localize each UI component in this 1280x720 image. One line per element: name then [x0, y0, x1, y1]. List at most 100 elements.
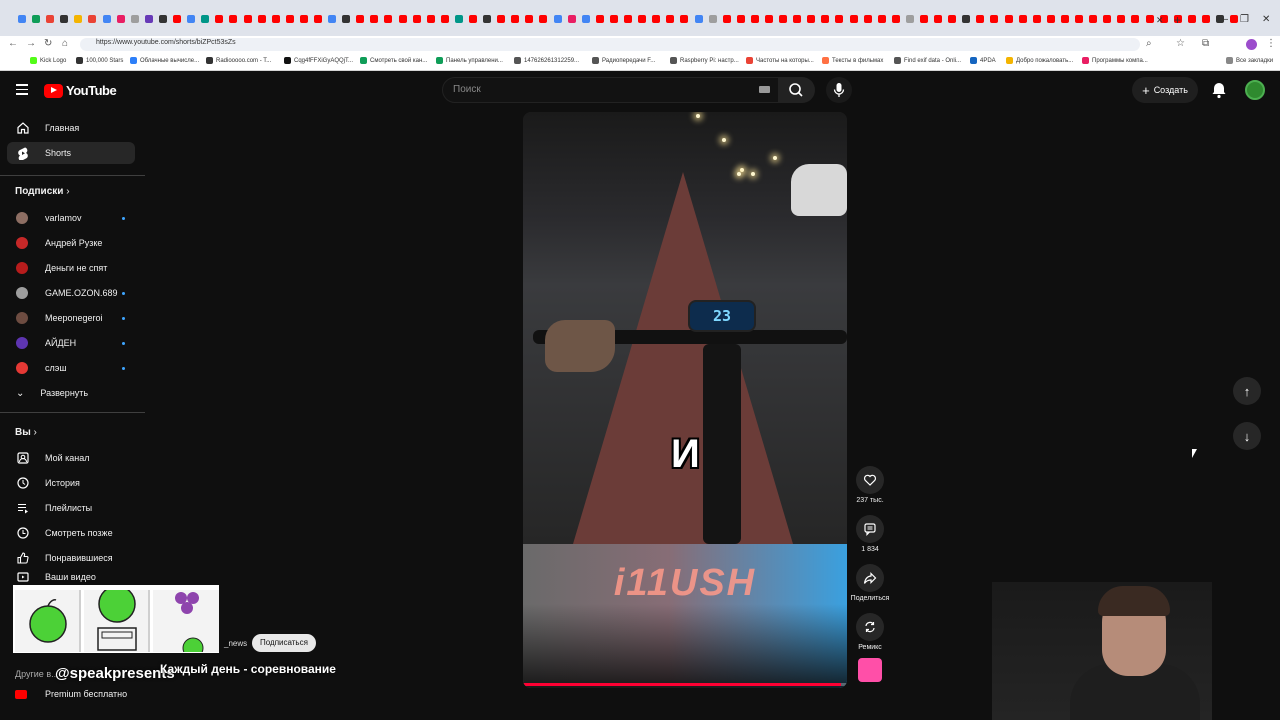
forward-button[interactable]: →: [26, 38, 36, 49]
new-tab-button[interactable]: +: [1174, 13, 1181, 27]
browser-tab-favicon-icon[interactable]: [1145, 15, 1154, 23]
browser-tab-favicon-icon[interactable]: [229, 15, 238, 23]
address-bar[interactable]: https://www.youtube.com/shorts/biZPct53s…: [80, 38, 1140, 51]
browser-tab-favicon-icon[interactable]: [934, 15, 943, 23]
video-progress-bar[interactable]: [523, 683, 847, 686]
browser-tab-favicon-icon[interactable]: [328, 15, 337, 23]
subscription-item[interactable]: Деньги не спят: [7, 257, 135, 279]
bookmark-item[interactable]: Облачные вычисле...: [130, 57, 199, 64]
browser-tab-favicon-icon[interactable]: [1117, 15, 1126, 23]
extensions-icon[interactable]: ⧉: [1202, 38, 1209, 49]
browser-tab-favicon-icon[interactable]: [102, 15, 111, 23]
browser-tab-favicon-icon[interactable]: [257, 15, 266, 23]
youtube-logo[interactable]: YouTube: [44, 83, 117, 98]
browser-tab-favicon-icon[interactable]: [18, 15, 26, 23]
bookmark-item[interactable]: Raspberry Pi: настр...: [670, 57, 739, 64]
browser-tab-favicon-icon[interactable]: [750, 15, 759, 23]
browser-tab-favicon-icon[interactable]: [793, 15, 802, 23]
browser-tab-favicon-icon[interactable]: [271, 15, 280, 23]
sidebar-item-playlist[interactable]: Плейлисты: [7, 497, 135, 519]
minimize-button[interactable]: —: [1218, 14, 1228, 25]
like-button[interactable]: 237 тыс.: [848, 466, 892, 504]
browser-tab-favicon-icon[interactable]: [1046, 15, 1055, 23]
browser-tab-favicon-icon[interactable]: [680, 15, 689, 23]
browser-tab-favicon-icon[interactable]: [1060, 15, 1069, 23]
browser-tab-favicon-icon[interactable]: [243, 15, 252, 23]
browser-tab-favicon-icon[interactable]: [1230, 15, 1239, 23]
browser-tab-favicon-icon[interactable]: [581, 15, 590, 23]
search-input[interactable]: Поиск: [442, 77, 779, 103]
browser-tab-favicon-icon[interactable]: [553, 15, 562, 23]
bookmark-item[interactable]: Программы компа...: [1082, 57, 1148, 64]
sidebar-item-clock[interactable]: Смотреть позже: [7, 522, 135, 544]
browser-tab-favicon-icon[interactable]: [1103, 15, 1112, 23]
browser-tab-favicon-icon[interactable]: [877, 15, 886, 23]
browser-tab-favicon-icon[interactable]: [539, 15, 548, 23]
browser-tab-favicon-icon[interactable]: [74, 15, 83, 23]
sidebar-item-history[interactable]: История: [7, 472, 135, 494]
sidebar-item-premium[interactable]: Premium бесплатно: [15, 689, 127, 699]
browser-tab-favicon-icon[interactable]: [764, 15, 773, 23]
browser-tab-favicon-icon[interactable]: [370, 15, 379, 23]
sidebar-item-thumbs-up[interactable]: Понравившиеся: [7, 547, 135, 569]
you-header[interactable]: Вы ›: [15, 427, 37, 438]
browser-tab-favicon-icon[interactable]: [173, 15, 182, 23]
browser-tab-favicon-icon[interactable]: [511, 15, 520, 23]
browser-tab-favicon-icon[interactable]: [88, 15, 97, 23]
voice-search-button[interactable]: [826, 77, 852, 103]
browser-tab-favicon-icon[interactable]: [891, 15, 900, 23]
browser-tab-favicon-icon[interactable]: [948, 15, 957, 23]
browser-tab-favicon-icon[interactable]: [32, 15, 41, 23]
subscription-item[interactable]: АЙДЕН: [7, 332, 135, 354]
browser-tab-favicon-icon[interactable]: [469, 15, 477, 23]
browser-tab-favicon-icon[interactable]: [1089, 15, 1098, 23]
subscriptions-header[interactable]: Подписки ›: [15, 186, 70, 197]
maximize-button[interactable]: ❐: [1240, 14, 1249, 25]
sound-thumbnail[interactable]: [858, 658, 882, 682]
browser-tab-favicon-icon[interactable]: [821, 15, 830, 23]
bookmark-item[interactable]: Kick Logo: [30, 57, 66, 64]
sidebar-item-shorts[interactable]: Shorts: [7, 142, 135, 164]
browser-tab-favicon-icon[interactable]: [1201, 15, 1210, 23]
browser-tab-favicon-icon[interactable]: [1187, 15, 1196, 23]
browser-tab-favicon-icon[interactable]: [187, 15, 196, 23]
browser-tab-favicon-icon[interactable]: [384, 15, 393, 23]
browser-tab-favicon-icon[interactable]: [215, 15, 224, 23]
bookmark-item[interactable]: 147626261312259...: [514, 57, 579, 64]
bookmark-item[interactable]: 4PDA: [970, 57, 996, 64]
browser-tab-favicon-icon[interactable]: [1018, 15, 1027, 23]
browser-tab-favicon-icon[interactable]: [595, 15, 604, 23]
browser-tab-favicon-icon[interactable]: [962, 15, 971, 23]
browser-tab-favicon-icon[interactable]: [1032, 15, 1041, 23]
sidebar-item-home[interactable]: Главная: [7, 117, 135, 139]
bookmark-item[interactable]: Частоты на которы...: [746, 57, 814, 64]
bookmark-item[interactable]: Find exif data - Onli...: [894, 57, 961, 64]
browser-tab-favicon-icon[interactable]: [158, 15, 167, 23]
browser-tab-favicon-icon[interactable]: [905, 15, 914, 23]
browser-tab-favicon-icon[interactable]: [779, 15, 788, 23]
user-avatar[interactable]: [1245, 80, 1265, 100]
next-short-button[interactable]: ↓: [1233, 422, 1261, 450]
browser-tab-favicon-icon[interactable]: [426, 15, 435, 23]
subscription-item[interactable]: varlamov: [7, 207, 135, 229]
browser-tab-favicon-icon[interactable]: [694, 15, 703, 23]
sidebar-item-channel[interactable]: Мой канал: [7, 447, 135, 469]
browser-tab-favicon-icon[interactable]: [990, 15, 999, 23]
browser-tab-favicon-icon[interactable]: [807, 15, 816, 23]
browser-tab-favicon-icon[interactable]: [454, 15, 463, 23]
short-video-player[interactable]: 23 И i11USH: [523, 112, 847, 688]
browser-tab-favicon-icon[interactable]: [342, 15, 351, 23]
browser-tab-favicon-icon[interactable]: [609, 15, 618, 23]
browser-tab-favicon-icon[interactable]: [299, 15, 308, 23]
browser-tab-favicon-icon[interactable]: [736, 15, 745, 23]
browser-tab-favicon-icon[interactable]: [1004, 15, 1013, 23]
tab-close-icon[interactable]: ✕: [1156, 15, 1164, 26]
sidebar-item-video[interactable]: Ваши видео: [7, 572, 135, 582]
bookmark-item[interactable]: Radiooooo.com - T...: [206, 57, 271, 64]
browser-tab-favicon-icon[interactable]: [144, 15, 153, 23]
back-button[interactable]: ←: [8, 38, 18, 49]
subscription-item[interactable]: GAME.OZON.689: [7, 282, 135, 304]
browser-tab-favicon-icon[interactable]: [201, 15, 210, 23]
subscription-item[interactable]: Meeponegeroi: [7, 307, 135, 329]
bookmark-item[interactable]: Добро пожаловать...: [1006, 57, 1073, 64]
